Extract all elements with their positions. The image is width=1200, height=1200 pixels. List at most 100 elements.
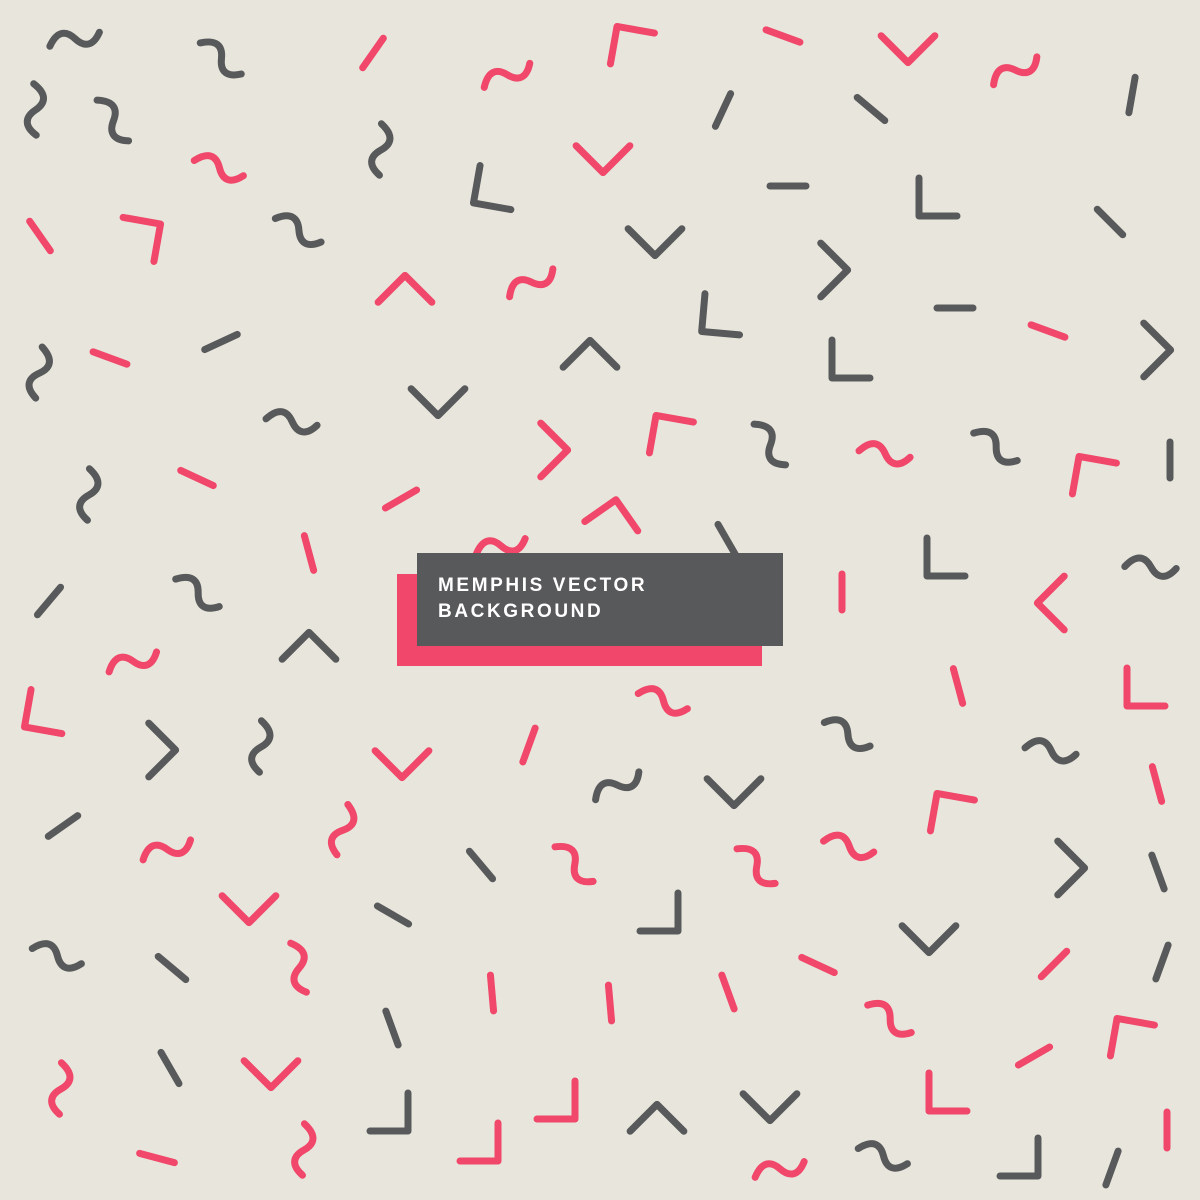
title-line-1: MEMPHIS VECTOR (438, 575, 648, 596)
dash-shape (1037, 947, 1071, 981)
chevron-shape (20, 686, 66, 738)
chevron-shape (456, 1119, 502, 1165)
squiggle-shape (76, 465, 102, 524)
chevron-shape (925, 1069, 971, 1115)
chevron-shape (581, 496, 642, 535)
chevron-shape (1123, 664, 1169, 710)
squiggle-shape (854, 1140, 911, 1172)
chevron-shape (572, 142, 634, 177)
squiggle-shape (1021, 737, 1080, 765)
dash-shape (1014, 1043, 1054, 1069)
dash-shape (382, 1007, 402, 1049)
squiggle-shape (855, 440, 914, 468)
dash-shape (519, 724, 539, 766)
squiggle-shape (93, 96, 133, 145)
dash-shape (1152, 941, 1172, 983)
squiggle-shape (551, 842, 597, 886)
dash-shape (154, 952, 190, 984)
dash-shape (373, 902, 413, 928)
chevron-shape (1106, 1014, 1158, 1060)
dash-shape (33, 583, 65, 619)
dash-shape (604, 981, 616, 1025)
chevron-shape (926, 789, 978, 835)
chevron-shape (739, 1090, 801, 1125)
dash-shape (714, 520, 740, 560)
dash-shape (26, 217, 54, 255)
squiggle-shape (506, 265, 557, 301)
chevron-shape (1054, 837, 1089, 899)
dash-shape (201, 330, 241, 354)
chevron-shape (559, 336, 621, 371)
chevron-shape (828, 336, 874, 382)
chevron-shape (636, 889, 682, 935)
chevron-shape (366, 1089, 412, 1135)
squiggle-shape (291, 1120, 317, 1179)
chevron-shape (898, 922, 960, 957)
dash-shape (1125, 73, 1139, 117)
dash-shape (1093, 205, 1127, 239)
chevron-shape (240, 1057, 302, 1092)
chevron-shape (645, 411, 697, 457)
title-label: MEMPHIS VECTOR BACKGROUND (417, 553, 783, 646)
chevron-shape (374, 271, 436, 306)
squiggle-shape (990, 53, 1041, 89)
squiggle-shape (368, 120, 394, 179)
chevron-shape (469, 162, 515, 214)
chevron-shape (119, 213, 165, 265)
dash-shape (949, 665, 967, 707)
chevron-shape (533, 1077, 579, 1123)
dash-shape (1102, 1147, 1122, 1189)
dash-shape (718, 971, 738, 1013)
squiggle-shape (105, 648, 161, 676)
squiggle-shape (196, 38, 245, 79)
dash-shape (853, 93, 889, 125)
chevron-shape (606, 22, 658, 68)
chevron-shape (698, 290, 744, 339)
chevron-shape (817, 239, 852, 301)
dash-shape (89, 348, 131, 368)
chevron-shape (626, 1100, 688, 1135)
squiggle-shape (592, 768, 643, 804)
squiggle-shape (634, 685, 691, 717)
title-line-2: BACKGROUND (438, 601, 604, 622)
squiggle-shape (864, 999, 915, 1038)
dash-shape (465, 847, 497, 883)
dash-shape (711, 90, 735, 130)
squiggle-shape (287, 939, 310, 996)
squiggle-shape (25, 343, 53, 402)
squiggle-shape (248, 717, 274, 776)
dash-shape (136, 1149, 178, 1167)
dash-shape (157, 1048, 183, 1088)
squiggle-shape (23, 80, 47, 139)
dash-shape (1148, 851, 1168, 893)
squiggle-shape (172, 573, 223, 612)
squiggle-shape (28, 940, 85, 972)
chevron-shape (1140, 319, 1175, 381)
dash-shape (1148, 763, 1166, 805)
chevron-shape (1033, 572, 1068, 634)
dash-shape (381, 486, 421, 512)
squiggle-shape (139, 836, 195, 864)
squiggle-shape (733, 844, 779, 888)
dash-shape (762, 26, 804, 46)
chevron-shape (1068, 452, 1120, 498)
chevron-shape (703, 775, 765, 810)
squiggle-shape (750, 420, 790, 469)
squiggle-shape (970, 427, 1021, 466)
squiggle-shape (262, 408, 321, 436)
squiggle-shape (820, 831, 878, 862)
dash-shape (359, 34, 387, 72)
squiggle-shape (48, 1059, 74, 1118)
dash-shape (1027, 321, 1069, 341)
chevron-shape (624, 225, 686, 260)
chevron-shape (278, 628, 340, 663)
dash-shape (486, 971, 498, 1015)
chevron-shape (145, 719, 180, 781)
dash-shape (798, 953, 838, 977)
dash-shape (300, 532, 318, 574)
squiggle-shape (327, 801, 358, 859)
squiggle-shape (190, 152, 247, 184)
squiggle-shape (480, 59, 534, 91)
chevron-shape (537, 419, 572, 481)
chevron-shape (407, 385, 469, 420)
